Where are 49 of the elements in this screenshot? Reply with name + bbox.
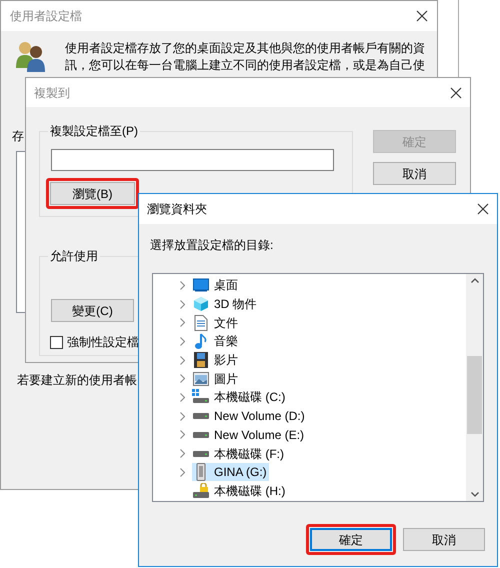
drive-icon [192, 389, 210, 406]
locked-drive-icon [192, 482, 210, 499]
cancel-button[interactable]: 取消 [403, 528, 485, 551]
image-icon [193, 372, 209, 386]
music-note-icon [194, 332, 208, 350]
scroll-up-icon[interactable] [470, 278, 478, 283]
close-icon[interactable] [477, 203, 489, 215]
cube-icon [193, 296, 209, 312]
tree-item[interactable]: GINA (G:) [192, 463, 269, 482]
scroll-down-icon[interactable] [470, 492, 478, 497]
window-title: 複製到 [34, 84, 70, 102]
cancel-button[interactable]: 取消 [373, 162, 456, 185]
tree-item[interactable]: 本機磁碟 (C:) [192, 388, 288, 406]
drive-icon [192, 412, 210, 420]
tree-item[interactable]: 圖片 [192, 370, 240, 388]
tree-item[interactable]: 音樂 [192, 332, 240, 350]
tree-item[interactable]: 3D 物件 [192, 295, 259, 314]
tree-item[interactable]: 本機磁碟 (F:) [192, 444, 286, 463]
tree-item[interactable]: 影片 [192, 351, 240, 370]
tree-item[interactable]: 文件 [192, 314, 240, 332]
close-icon[interactable] [450, 86, 462, 98]
group-label: 複製設定檔至(P) [48, 123, 140, 139]
monitor-icon [193, 278, 209, 292]
prompt-text: 選擇放置設定檔的目錄: [150, 237, 274, 254]
drive-icon [192, 450, 210, 458]
document-icon [194, 314, 208, 331]
label-text: 存 [12, 128, 24, 145]
tree-item[interactable]: 桌面 [192, 276, 240, 294]
film-icon [194, 352, 208, 368]
tree-item[interactable]: New Volume (D:) [192, 407, 307, 426]
usb-drive-icon [195, 463, 207, 482]
footer-text: 若要建立新的使用者帳 [17, 372, 137, 389]
browse-button[interactable]: 瀏覽(B) [50, 182, 135, 205]
window-title: 瀏覽資料夾 [147, 201, 207, 218]
checkbox-label: 強制性設定檔 [67, 334, 139, 351]
group-label: 允許使用 [48, 248, 100, 264]
description-text: 訊，您可以在每一台電腦上建立不同的使用者設定檔，或是為自己使 [65, 57, 425, 74]
change-button[interactable]: 變更(C) [51, 299, 134, 322]
users-icon [15, 40, 47, 72]
drive-icon [192, 430, 210, 439]
description-text: 使用者設定檔存放了您的桌面設定及其他與您的使用者帳戶有關的資 [65, 40, 425, 57]
tree-item[interactable]: 本機磁碟 (H:) [192, 482, 288, 500]
path-field[interactable] [51, 149, 334, 171]
scroll-thumb[interactable] [467, 356, 482, 434]
ok-button[interactable]: 確定 [310, 528, 392, 551]
window-title: 使用者設定檔 [10, 8, 82, 25]
tree-item[interactable]: New Volume (E:) [192, 426, 306, 444]
checkbox[interactable] [50, 336, 63, 348]
close-icon[interactable] [416, 10, 428, 22]
